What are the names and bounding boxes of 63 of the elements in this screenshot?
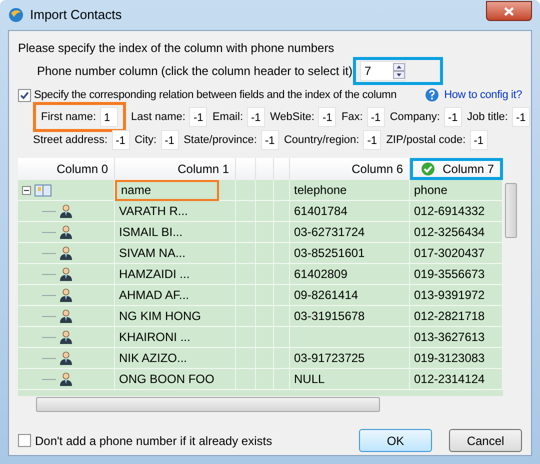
dialog-button[interactable]: Cancel	[449, 429, 522, 452]
field-label: Phone number column (click the column header to select it)	[37, 63, 352, 80]
field-label: Job title:	[466, 110, 508, 125]
table-cell-text: phone	[413, 182, 448, 199]
table-cell-text: 012-2314124	[413, 371, 485, 388]
field-label: Fax:	[341, 110, 363, 125]
dialog-button[interactable]: OK	[359, 429, 432, 452]
table-cell-text: 013-9391972	[413, 287, 485, 304]
index-field[interactable]: -1	[247, 107, 265, 127]
table-cell-text: HAMZAIDI ...	[118, 266, 190, 282]
window-title: Import Contacts	[30, 6, 122, 24]
table-cell-text: 019-3556673	[413, 266, 485, 283]
column-header[interactable]: Column 7	[410, 158, 503, 180]
table-cell-text: 012-2821718	[413, 308, 485, 325]
index-field[interactable]: -1	[512, 107, 530, 127]
field-label: Email:	[212, 110, 243, 125]
field-label: First name:	[41, 110, 96, 125]
table-cell-text: SIVAM NA...	[118, 244, 186, 262]
table-cell-text: KHAIRONI ...	[118, 328, 190, 346]
table-cell-text: NG KIM HONG	[118, 308, 202, 324]
index-field[interactable]: -1	[189, 107, 208, 127]
checkbox-label: Specify the corresponding relation between fields and the index of the column	[34, 88, 397, 103]
table-cell-text: 61402809	[293, 266, 348, 283]
index-field[interactable]: -1	[318, 107, 336, 127]
table-cell-text: 013-3627613	[413, 329, 485, 346]
table-cell-text: AHMAD AF...	[118, 286, 190, 304]
index-field[interactable]: -1	[160, 130, 179, 150]
index-field[interactable]: -1	[112, 130, 130, 150]
table-cell-text: telephone	[293, 182, 347, 199]
field-label: ZIP/postal code:	[386, 132, 466, 148]
table-cell-text: 03-91723725	[293, 350, 365, 367]
table-cell-text: 012-6914332	[413, 203, 485, 220]
field-label: Street address:	[33, 132, 108, 148]
index-field[interactable]: -1	[260, 130, 279, 150]
index-field[interactable]: -1	[366, 107, 385, 127]
field-label: Country/region:	[284, 132, 360, 148]
table-cell: name	[115, 180, 219, 200]
table-cell-text: 03-62731724	[293, 224, 365, 241]
table-cell-text: NIK AZIZO...	[118, 350, 188, 366]
index-field[interactable]: -1	[363, 130, 382, 150]
table-cell-text: 03-85251601	[293, 245, 365, 262]
table-cell-text: 012-3256434	[413, 224, 485, 241]
table-cell-text: 61401784	[293, 203, 348, 220]
spin-field[interactable]: 7	[360, 61, 406, 81]
checkbox-label: Don't add a phone number if it already exists	[35, 432, 272, 450]
table-cell-text: ONG BOON FOO	[118, 370, 214, 388]
index-field[interactable]: -1	[470, 130, 488, 150]
index-field[interactable]: 1	[100, 107, 118, 127]
table-cell-text: VARATH R...	[118, 202, 188, 220]
help-link[interactable]: How to config it?	[444, 86, 522, 104]
table-cell-text: 017-3020437	[413, 245, 485, 262]
index-field[interactable]: -1	[444, 107, 462, 127]
table-cell-text: ISMAIL BI...	[118, 224, 183, 240]
field-label: Company:	[390, 110, 440, 125]
field-label: State/province:	[184, 132, 257, 148]
field-label: Last name:	[131, 110, 186, 125]
field-label: WebSite:	[270, 110, 314, 125]
table-cell-text: NULL	[293, 371, 325, 388]
field-label: City:	[134, 132, 157, 148]
table-cell-text: 019-3123083	[413, 350, 485, 367]
table-cell-text: 09-8261414	[293, 287, 358, 304]
instruction-text: Please specify the index of the column with phone numbers	[18, 40, 336, 57]
table-cell-text: 03-31915678	[293, 308, 365, 325]
